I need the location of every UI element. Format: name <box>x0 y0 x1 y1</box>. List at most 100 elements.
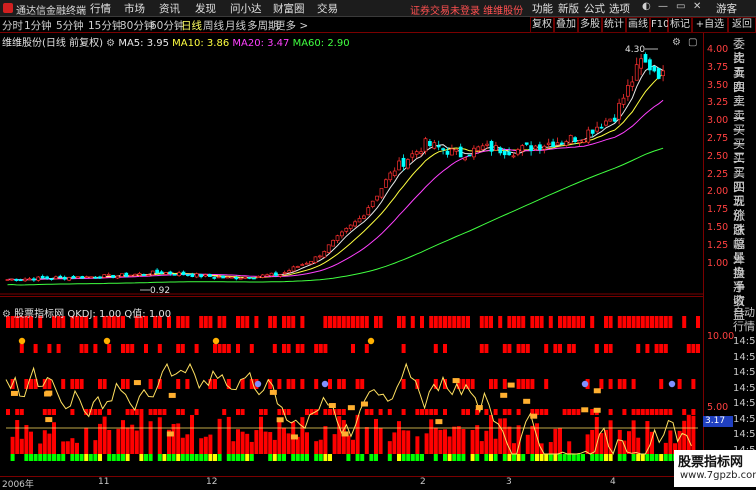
menu-discover[interactable]: 发现 <box>195 1 216 16</box>
adjust-button[interactable]: 复权 <box>530 17 554 33</box>
candle-body <box>18 279 23 282</box>
signal-marker <box>475 405 483 411</box>
signal-block <box>654 409 659 415</box>
histogram-bar <box>447 436 452 454</box>
yellow-strip-block <box>640 454 645 461</box>
menu-function[interactable]: 功能 <box>532 1 553 16</box>
candle-body <box>458 146 463 158</box>
candle-body <box>238 277 243 280</box>
period-weekly[interactable]: 周线 <box>203 18 224 33</box>
f10-button[interactable]: F10 <box>650 17 669 33</box>
indicator-chart[interactable] <box>0 304 703 475</box>
candle-body <box>252 277 256 280</box>
yellow-strip-block <box>544 454 549 461</box>
tick-time: 14:5 <box>733 398 756 409</box>
histogram-bar <box>65 441 70 454</box>
period-more[interactable]: 更多 > <box>275 18 308 33</box>
period-1min[interactable]: 1分钟 <box>24 18 52 33</box>
menu-news[interactable]: 资讯 <box>159 1 180 16</box>
green-strip-block <box>300 454 305 461</box>
histogram-bar <box>98 423 102 454</box>
candle-body <box>419 151 423 154</box>
price-scale-label: 2.25 <box>707 168 729 180</box>
menu-trade[interactable]: 交易 <box>317 1 338 16</box>
close-icon[interactable]: ✕ <box>693 1 701 12</box>
signal-marker <box>507 382 515 388</box>
period-intraday[interactable]: 分时 <box>2 18 23 33</box>
yellow-strip-block <box>125 454 130 461</box>
menu-options[interactable]: 选项 <box>609 1 630 16</box>
period-5min[interactable]: 5分钟 <box>56 18 84 33</box>
mark-button[interactable]: 标记 <box>668 17 692 33</box>
menu-market[interactable]: 市场 <box>124 1 145 16</box>
kline-chart[interactable]: 4.30 0.92 <box>0 33 703 295</box>
menu-formula[interactable]: 公式 <box>584 1 605 16</box>
guest-label[interactable]: 游客 <box>716 1 737 16</box>
histogram-bar <box>686 414 691 454</box>
green-strip-block <box>571 454 576 461</box>
multi-stock-button[interactable]: 多股 <box>578 17 602 33</box>
period-multi[interactable]: 多周期 <box>247 18 279 33</box>
signal-marker <box>328 403 336 409</box>
overlay-button[interactable]: 叠加 <box>554 17 578 33</box>
menu-new-version[interactable]: 新版 <box>558 1 579 16</box>
add-watchlist-button[interactable]: +自选 <box>692 17 728 33</box>
yellow-strip-block <box>608 454 613 461</box>
candle-body <box>318 255 322 258</box>
candle-body <box>225 276 230 279</box>
signal-block <box>650 316 654 328</box>
period-60min[interactable]: 60分钟 <box>150 18 184 33</box>
current-value-tag: 3.17 <box>703 416 733 427</box>
chart-expand-icon[interactable]: ▢ <box>688 37 697 48</box>
skin-icon[interactable]: ◐ <box>642 1 651 12</box>
candle-body <box>208 273 212 277</box>
histogram-bar <box>493 438 498 454</box>
candle-body <box>326 244 331 253</box>
signal-block <box>401 316 406 328</box>
signal-block <box>479 344 484 353</box>
green-strip-block <box>116 454 121 461</box>
chart-settings-icon[interactable]: ⚙ <box>672 37 681 48</box>
signal-block <box>622 379 627 389</box>
signal-block <box>130 344 135 353</box>
signal-block <box>323 409 328 415</box>
candle-body <box>71 275 76 279</box>
green-strip-block <box>24 454 29 461</box>
signal-block <box>203 316 208 328</box>
signal-block <box>571 409 576 415</box>
settings-icon[interactable]: ⚙ <box>106 38 115 49</box>
histogram-bar <box>157 417 162 454</box>
signal-block <box>682 316 687 328</box>
price-scale-label: 2.50 <box>707 150 729 162</box>
candle-body <box>551 141 555 148</box>
indicator-settings-icon[interactable]: ⚙ <box>2 309 11 320</box>
menu-wealth[interactable]: 财富圈 <box>273 1 305 16</box>
quote-tab[interactable]: 行情 <box>733 320 755 333</box>
candle-body <box>287 270 291 273</box>
green-strip-block <box>622 454 627 461</box>
candle-body <box>102 274 107 278</box>
candle-body <box>84 276 89 278</box>
draw-line-button[interactable]: 画线 <box>626 17 650 33</box>
period-daily[interactable]: 日线 <box>181 18 202 33</box>
period-monthly[interactable]: 月线 <box>225 18 246 33</box>
period-15min[interactable]: 15分钟 <box>88 18 122 33</box>
maximize-icon[interactable]: ▭ <box>676 1 685 12</box>
minimize-icon[interactable]: — <box>658 1 668 12</box>
back-button[interactable]: 返回 <box>728 17 756 33</box>
green-strip-block <box>374 454 378 461</box>
gold-coin-icon <box>367 337 375 345</box>
signal-block <box>282 344 286 353</box>
green-strip-block <box>558 454 562 461</box>
menu-ask[interactable]: 问小达 <box>230 1 262 16</box>
green-strip-block <box>512 454 516 461</box>
histogram-bar <box>226 416 231 454</box>
histogram-bar <box>70 438 75 454</box>
statistics-button[interactable]: 统计 <box>602 17 626 33</box>
signal-block <box>240 379 245 389</box>
auto-tab[interactable]: 自动 <box>733 306 755 319</box>
login-notice[interactable]: 证券交易未登录 维维股份 <box>410 2 523 17</box>
gold-coin-icon <box>212 337 220 345</box>
signal-block <box>328 379 332 389</box>
menu-quotes[interactable]: 行情 <box>90 1 111 16</box>
